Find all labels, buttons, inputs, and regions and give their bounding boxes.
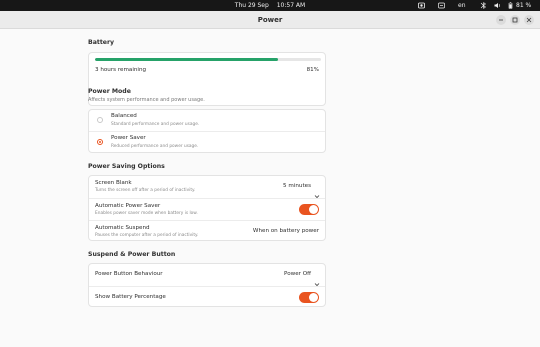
input-method-icon[interactable] [438,0,445,11]
power-button-behaviour-row[interactable]: Power Button Behaviour Power Off [89,264,325,287]
suspend-section-title: Suspend & Power Button [88,251,176,258]
date-label: Thu 29 Sep [234,2,269,9]
battery-level-bar [95,58,321,61]
keyboard-layout-indicator[interactable]: en [458,0,466,11]
automatic-suspend-row[interactable]: Automatic Suspend Pauses the computer af… [89,220,325,241]
time-label: 10:57 AM [276,2,306,9]
close-button[interactable] [524,15,534,25]
balanced-radio[interactable] [97,117,103,123]
minimize-button[interactable] [496,15,506,25]
show-battery-percentage-row[interactable]: Show Battery Percentage [89,286,325,307]
automatic-suspend-label: Automatic Suspend [95,225,150,231]
top-bar: Thu 29 Sep 10:57 AM en 81 % [0,0,540,11]
automatic-power-saver-toggle[interactable] [299,204,319,215]
maximize-button[interactable] [510,15,520,25]
power-saving-section-title: Power Saving Options [88,163,165,170]
power-mode-option-power-saver[interactable]: Power Saver Reduced performance and powe… [89,131,325,153]
battery-percentage[interactable]: 81 % [516,0,531,11]
power-mode-subtitle: Affects system performance and power usa… [88,97,205,103]
battery-remaining: 3 hours remaining [95,67,147,73]
network-icon[interactable] [480,0,487,11]
power-saver-description: Reduced performance and power usage. [111,144,199,149]
suspend-card: Power Button Behaviour Power Off Show Ba… [88,263,326,307]
power-mode-card: Balanced Standard performance and power … [88,109,326,153]
power-mode-section-title: Power Mode [88,88,131,95]
power-button-behaviour-label: Power Button Behaviour [95,271,163,277]
automatic-power-saver-row[interactable]: Automatic Power Saver Enables power save… [89,198,325,220]
battery-icon[interactable] [507,0,514,11]
automatic-power-saver-description: Enables power saver mode when battery is… [95,211,198,216]
window-title: Power [257,16,283,24]
battery-section-title: Battery [88,39,115,46]
volume-icon[interactable] [494,0,501,11]
power-saver-label: Power Saver [111,135,146,141]
automatic-suspend-value[interactable]: When on battery power [253,228,319,234]
screenshot-indicator-icon[interactable] [418,0,425,11]
power-saving-card: Screen Blank Turns the screen off after … [88,175,326,241]
screen-blank-label: Screen Blank [95,180,132,186]
battery-percent: 81% [306,67,319,73]
power-saver-radio[interactable] [97,139,103,145]
automatic-power-saver-label: Automatic Power Saver [95,203,161,209]
screen-blank-value[interactable]: 5 minutes [283,183,311,189]
balanced-description: Standard performance and power usage. [111,122,200,127]
automatic-suspend-description: Pauses the computer after a period of in… [95,233,199,238]
header-bar: Power [0,11,540,29]
balanced-label: Balanced [111,113,137,119]
battery-level-fill [95,58,279,61]
show-battery-percentage-toggle[interactable] [299,292,319,303]
screen-blank-row[interactable]: Screen Blank Turns the screen off after … [89,176,325,199]
show-battery-percentage-label: Show Battery Percentage [95,294,166,300]
power-mode-option-balanced[interactable]: Balanced Standard performance and power … [89,110,325,131]
power-button-behaviour-value[interactable]: Power Off [284,271,311,277]
screen-blank-description: Turns the screen off after a period of i… [95,188,196,193]
